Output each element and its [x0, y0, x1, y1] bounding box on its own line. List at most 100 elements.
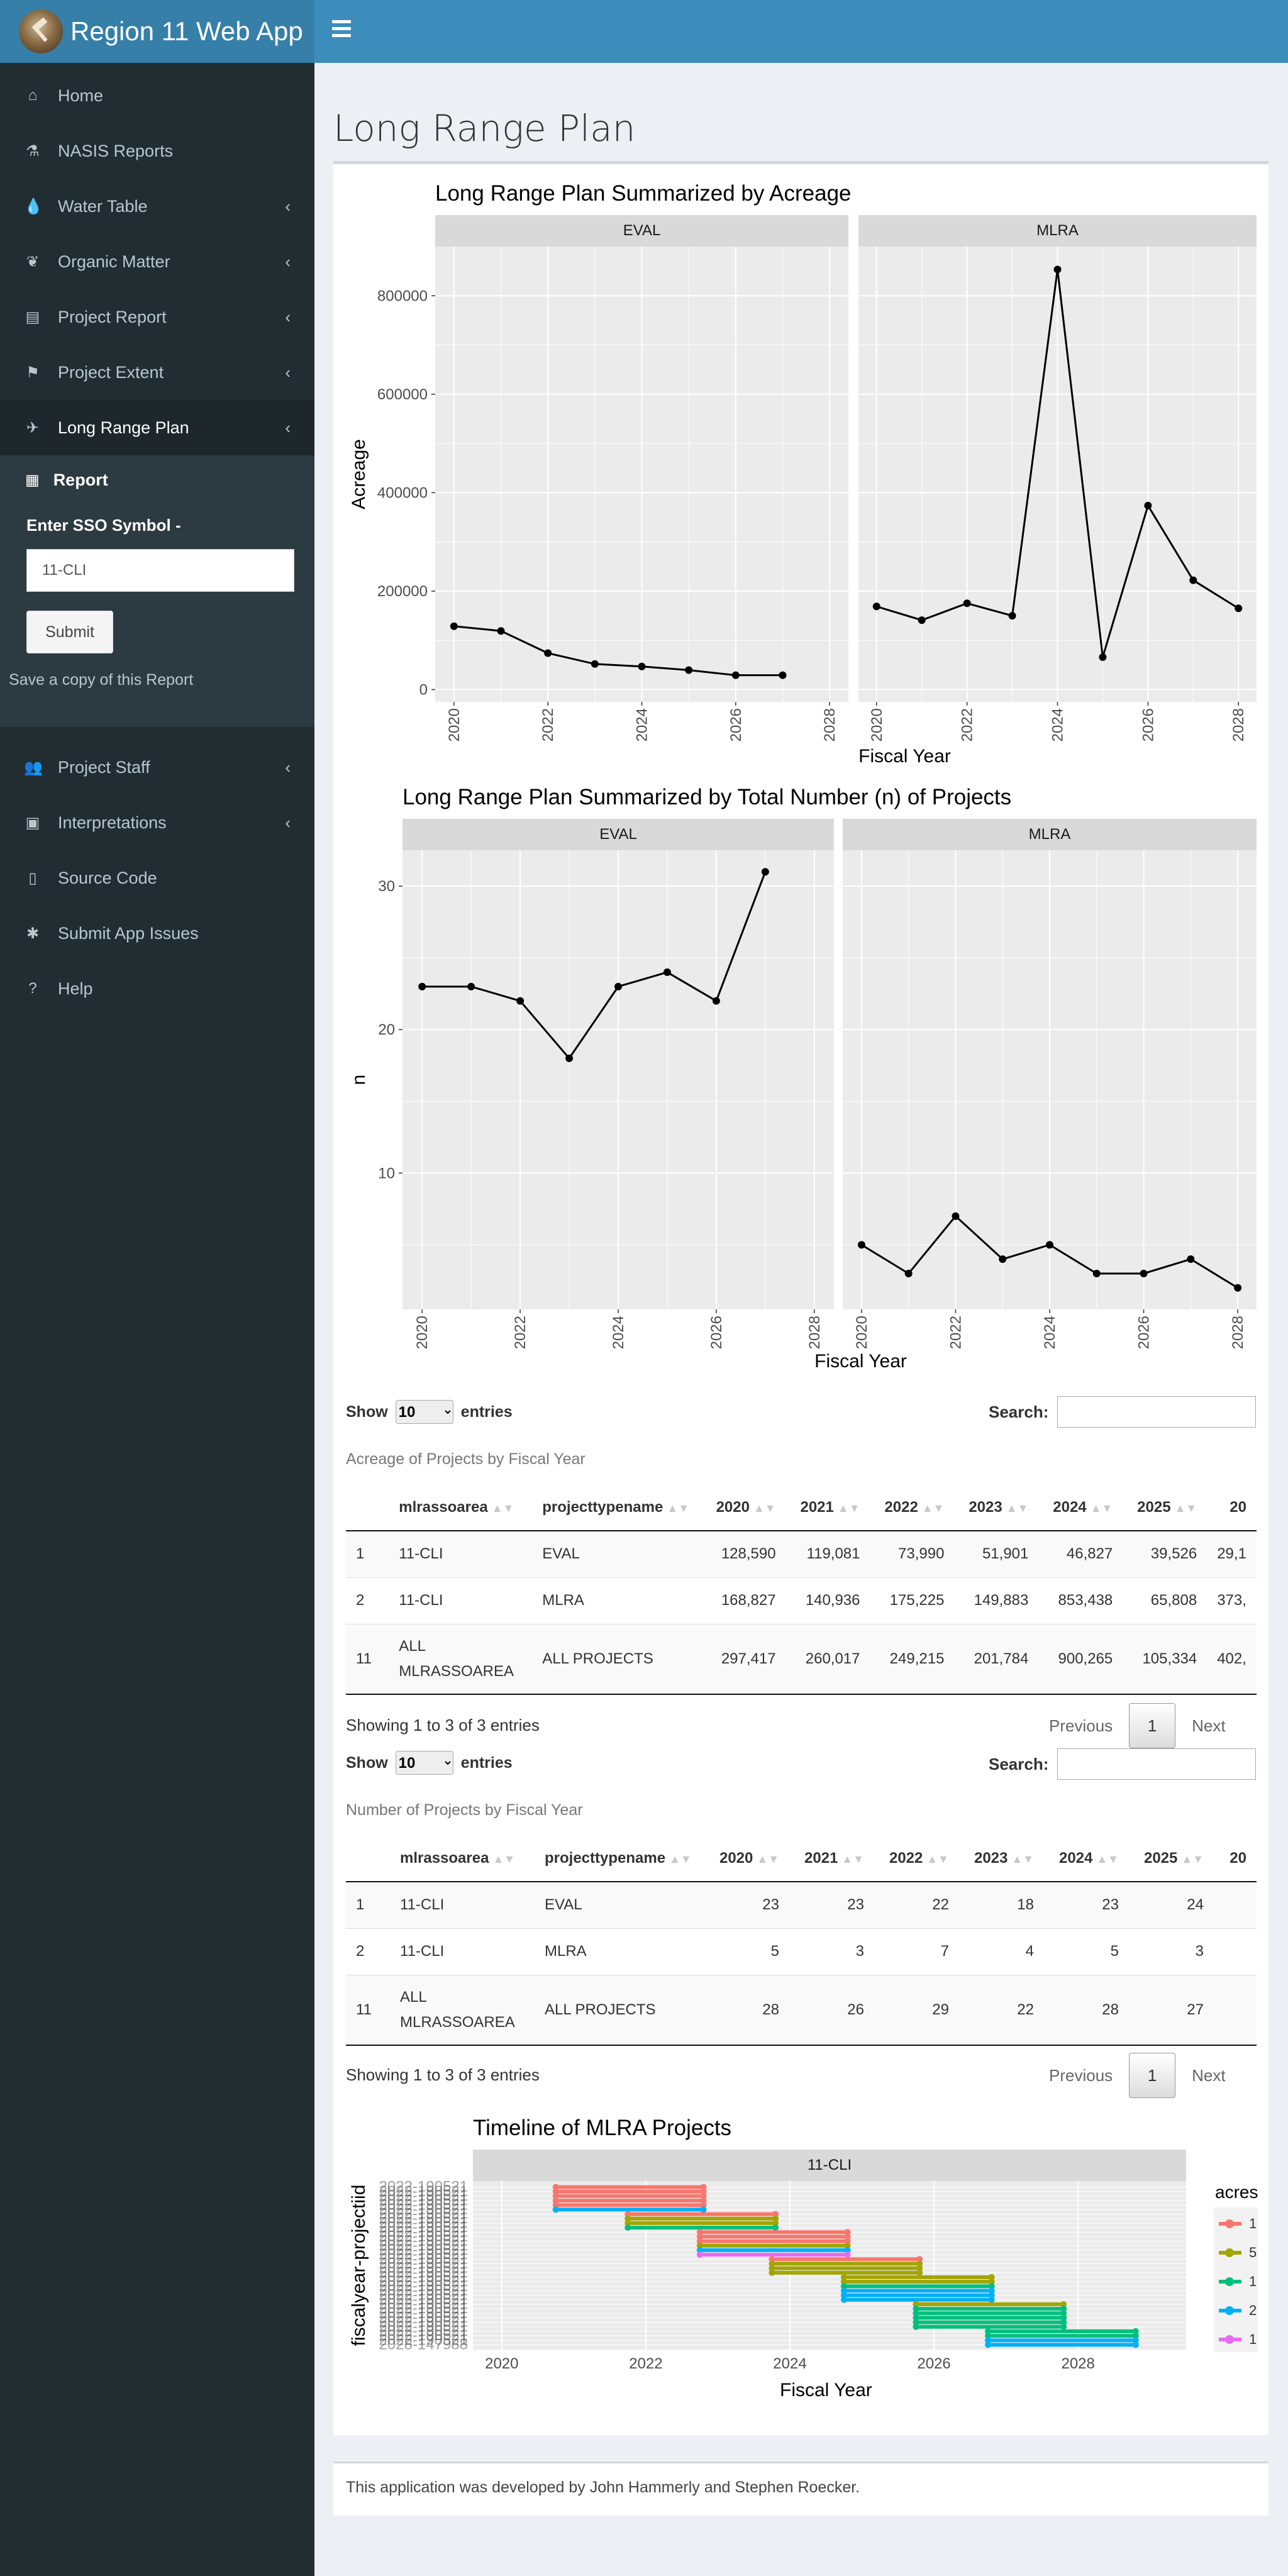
y-tick-label: 200000	[377, 583, 428, 600]
sidebar-item-label: Project Staff	[58, 757, 150, 777]
sidebar-item-help[interactable]: ? Help	[0, 961, 314, 1016]
timeline-start-point	[696, 2251, 703, 2258]
save-copy-link[interactable]: Save a copy of this Report	[0, 653, 314, 689]
next-page-button[interactable]: Next	[1175, 1703, 1241, 1748]
table1-search-label: Search:	[989, 1402, 1049, 1421]
timeline-end-point	[772, 2224, 779, 2231]
table2-length-control: Show 10 entries	[346, 1751, 513, 1775]
logo-area[interactable]: Region 11 Web App	[0, 0, 314, 63]
footer-text: This application was developed by John H…	[346, 2479, 860, 2496]
data-point	[731, 671, 740, 679]
table1-search-input[interactable]	[1057, 1396, 1257, 1428]
sidebar-item-submit-app-issues[interactable]: ✱ Submit App Issues	[0, 906, 314, 961]
col-header-2026[interactable]: 20	[1214, 1835, 1257, 1882]
sidebar-item-interpretations[interactable]: ▣ Interpretations ‹	[0, 795, 314, 850]
table1-length-control: Show 10 entries	[346, 1400, 513, 1424]
page-1-button[interactable]: 1	[1129, 2053, 1176, 2098]
y-tick-label: 10	[378, 1165, 395, 1182]
sidebar-item-nasis-reports[interactable]: ⚗ NASIS Reports	[0, 123, 314, 179]
data-point	[663, 968, 671, 976]
sidebar-subitem-label: Report	[53, 470, 108, 489]
menu-toggle-icon[interactable]	[332, 20, 351, 39]
col-header-2020[interactable]: 2020 ▲▼	[701, 1484, 786, 1531]
chevron-left-icon: ‹	[285, 252, 291, 271]
col-header-2023[interactable]: 2023 ▲▼	[954, 1484, 1039, 1531]
sidebar-item-home[interactable]: ⌂ Home	[0, 68, 314, 123]
timeline-end-point	[700, 2206, 707, 2213]
col-header-2024[interactable]: 2024 ▲▼	[1044, 1835, 1129, 1882]
legend-label: 1	[1249, 2273, 1257, 2289]
col-header-projecttypename[interactable]: projecttypename ▲▼	[532, 1484, 702, 1531]
legend-label: 2	[1249, 2302, 1257, 2318]
count-x-axis-title: Fiscal Year	[814, 1351, 907, 1372]
data-point	[999, 1255, 1007, 1263]
x-tick-label: 2028	[1061, 2355, 1094, 2372]
col-header-2021[interactable]: 2021 ▲▼	[786, 1484, 870, 1531]
sidebar-item-project-report[interactable]: ▤ Project Report ‹	[0, 289, 314, 345]
data-point	[918, 616, 926, 625]
x-tick-label: 2020	[869, 708, 886, 741]
previous-page-button[interactable]: Previous	[1033, 2053, 1129, 2098]
legend-swatch	[1219, 2277, 1241, 2286]
data-point	[1053, 265, 1062, 274]
next-page-button[interactable]: Next	[1175, 2053, 1241, 2098]
page-1-button[interactable]: 1	[1129, 1703, 1176, 1748]
sidebar-item-water-table[interactable]: 💧 Water Table ‹	[0, 179, 314, 234]
submit-button[interactable]: Submit	[26, 611, 113, 653]
y-tick-label: 0	[419, 681, 428, 698]
col-header-2025[interactable]: 2025 ▲▼	[1123, 1484, 1208, 1531]
col-header-2022[interactable]: 2022 ▲▼	[870, 1484, 955, 1531]
data-point	[1187, 1255, 1195, 1263]
col-header-2025[interactable]: 2025 ▲▼	[1129, 1835, 1214, 1882]
col-header-2020[interactable]: 2020 ▲▼	[704, 1835, 789, 1882]
x-tick-label: 2026	[1140, 708, 1157, 741]
timeline-start-point	[552, 2206, 559, 2213]
x-tick-label: 2028	[1230, 1316, 1246, 1349]
table1-length-select[interactable]: 10	[395, 1400, 453, 1424]
chevron-left-icon: ‹	[285, 418, 291, 437]
sidebar-item-organic-matter[interactable]: ❦ Organic Matter ‹	[0, 234, 314, 289]
table2-search: Search:	[989, 1748, 1257, 1780]
col-header-2021[interactable]: 2021 ▲▼	[789, 1835, 874, 1882]
chevron-left-icon: ‹	[285, 757, 291, 777]
x-tick-label: 2022	[947, 1316, 964, 1349]
code-file-icon: ▯	[28, 869, 37, 887]
timeline-legend: 1 5 1 2 1	[1214, 2207, 1258, 2352]
col-header-mlrassoarea[interactable]: mlrassoarea ▲▼	[389, 1484, 533, 1531]
data-point	[450, 622, 458, 630]
chevron-left-icon: ‹	[285, 196, 291, 216]
col-header-index[interactable]	[346, 1484, 389, 1531]
data-point	[1046, 1241, 1053, 1249]
timeline-start-point	[913, 2323, 919, 2330]
x-tick-label: 2026	[728, 708, 745, 741]
col-header-index[interactable]	[346, 1835, 390, 1882]
sidebar-item-project-extent[interactable]: ⚑ Project Extent ‹	[0, 345, 314, 400]
sidebar-subitem-report[interactable]: ▦ Report	[0, 458, 314, 502]
col-header-2022[interactable]: 2022 ▲▼	[874, 1835, 959, 1882]
col-header-2024[interactable]: 2024 ▲▼	[1038, 1484, 1123, 1531]
table2-length-select[interactable]: 10	[395, 1751, 453, 1775]
sidebar-item-label: Help	[58, 979, 93, 998]
col-header-2023[interactable]: 2023 ▲▼	[959, 1835, 1044, 1882]
x-tick-label: 2024	[773, 2355, 806, 2372]
data-point	[761, 868, 769, 876]
sidebar-item-label: Source Code	[58, 868, 157, 887]
sidebar-item-long-range-plan[interactable]: ✈ Long Range Plan ‹	[0, 400, 314, 455]
col-header-mlrassoarea[interactable]: mlrassoarea ▲▼	[390, 1835, 535, 1882]
sidebar-item-source-code[interactable]: ▯ Source Code	[0, 850, 314, 906]
y-tick-label: 2028-147988	[379, 2336, 468, 2353]
data-point	[565, 1054, 574, 1062]
col-header-2026[interactable]: 20	[1207, 1484, 1257, 1531]
acreage-table: mlrassoarea ▲▼ projecttypename ▲▼ 2020 ▲▼ 2…	[346, 1484, 1257, 1695]
chevron-left-icon: ‹	[285, 813, 291, 832]
table2-search-input[interactable]	[1057, 1748, 1257, 1780]
x-tick-label: 2020	[485, 2355, 518, 2372]
col-header-projecttypename[interactable]: projecttypename ▲▼	[535, 1835, 704, 1882]
users-icon: 👥	[24, 758, 43, 776]
y-tick-label: 400000	[377, 484, 428, 501]
previous-page-button[interactable]: Previous	[1033, 1703, 1129, 1748]
count-table: mlrassoarea ▲▼ projecttypename ▲▼ 2020 ▲▼ 2…	[346, 1835, 1257, 2046]
table-row: 2 11-CLI MLRA 168,827 140,936 175,225 149,88…	[346, 1577, 1257, 1624]
sso-symbol-input[interactable]	[26, 549, 294, 592]
sidebar-item-project-staff[interactable]: 👥 Project Staff ‹	[0, 740, 314, 795]
